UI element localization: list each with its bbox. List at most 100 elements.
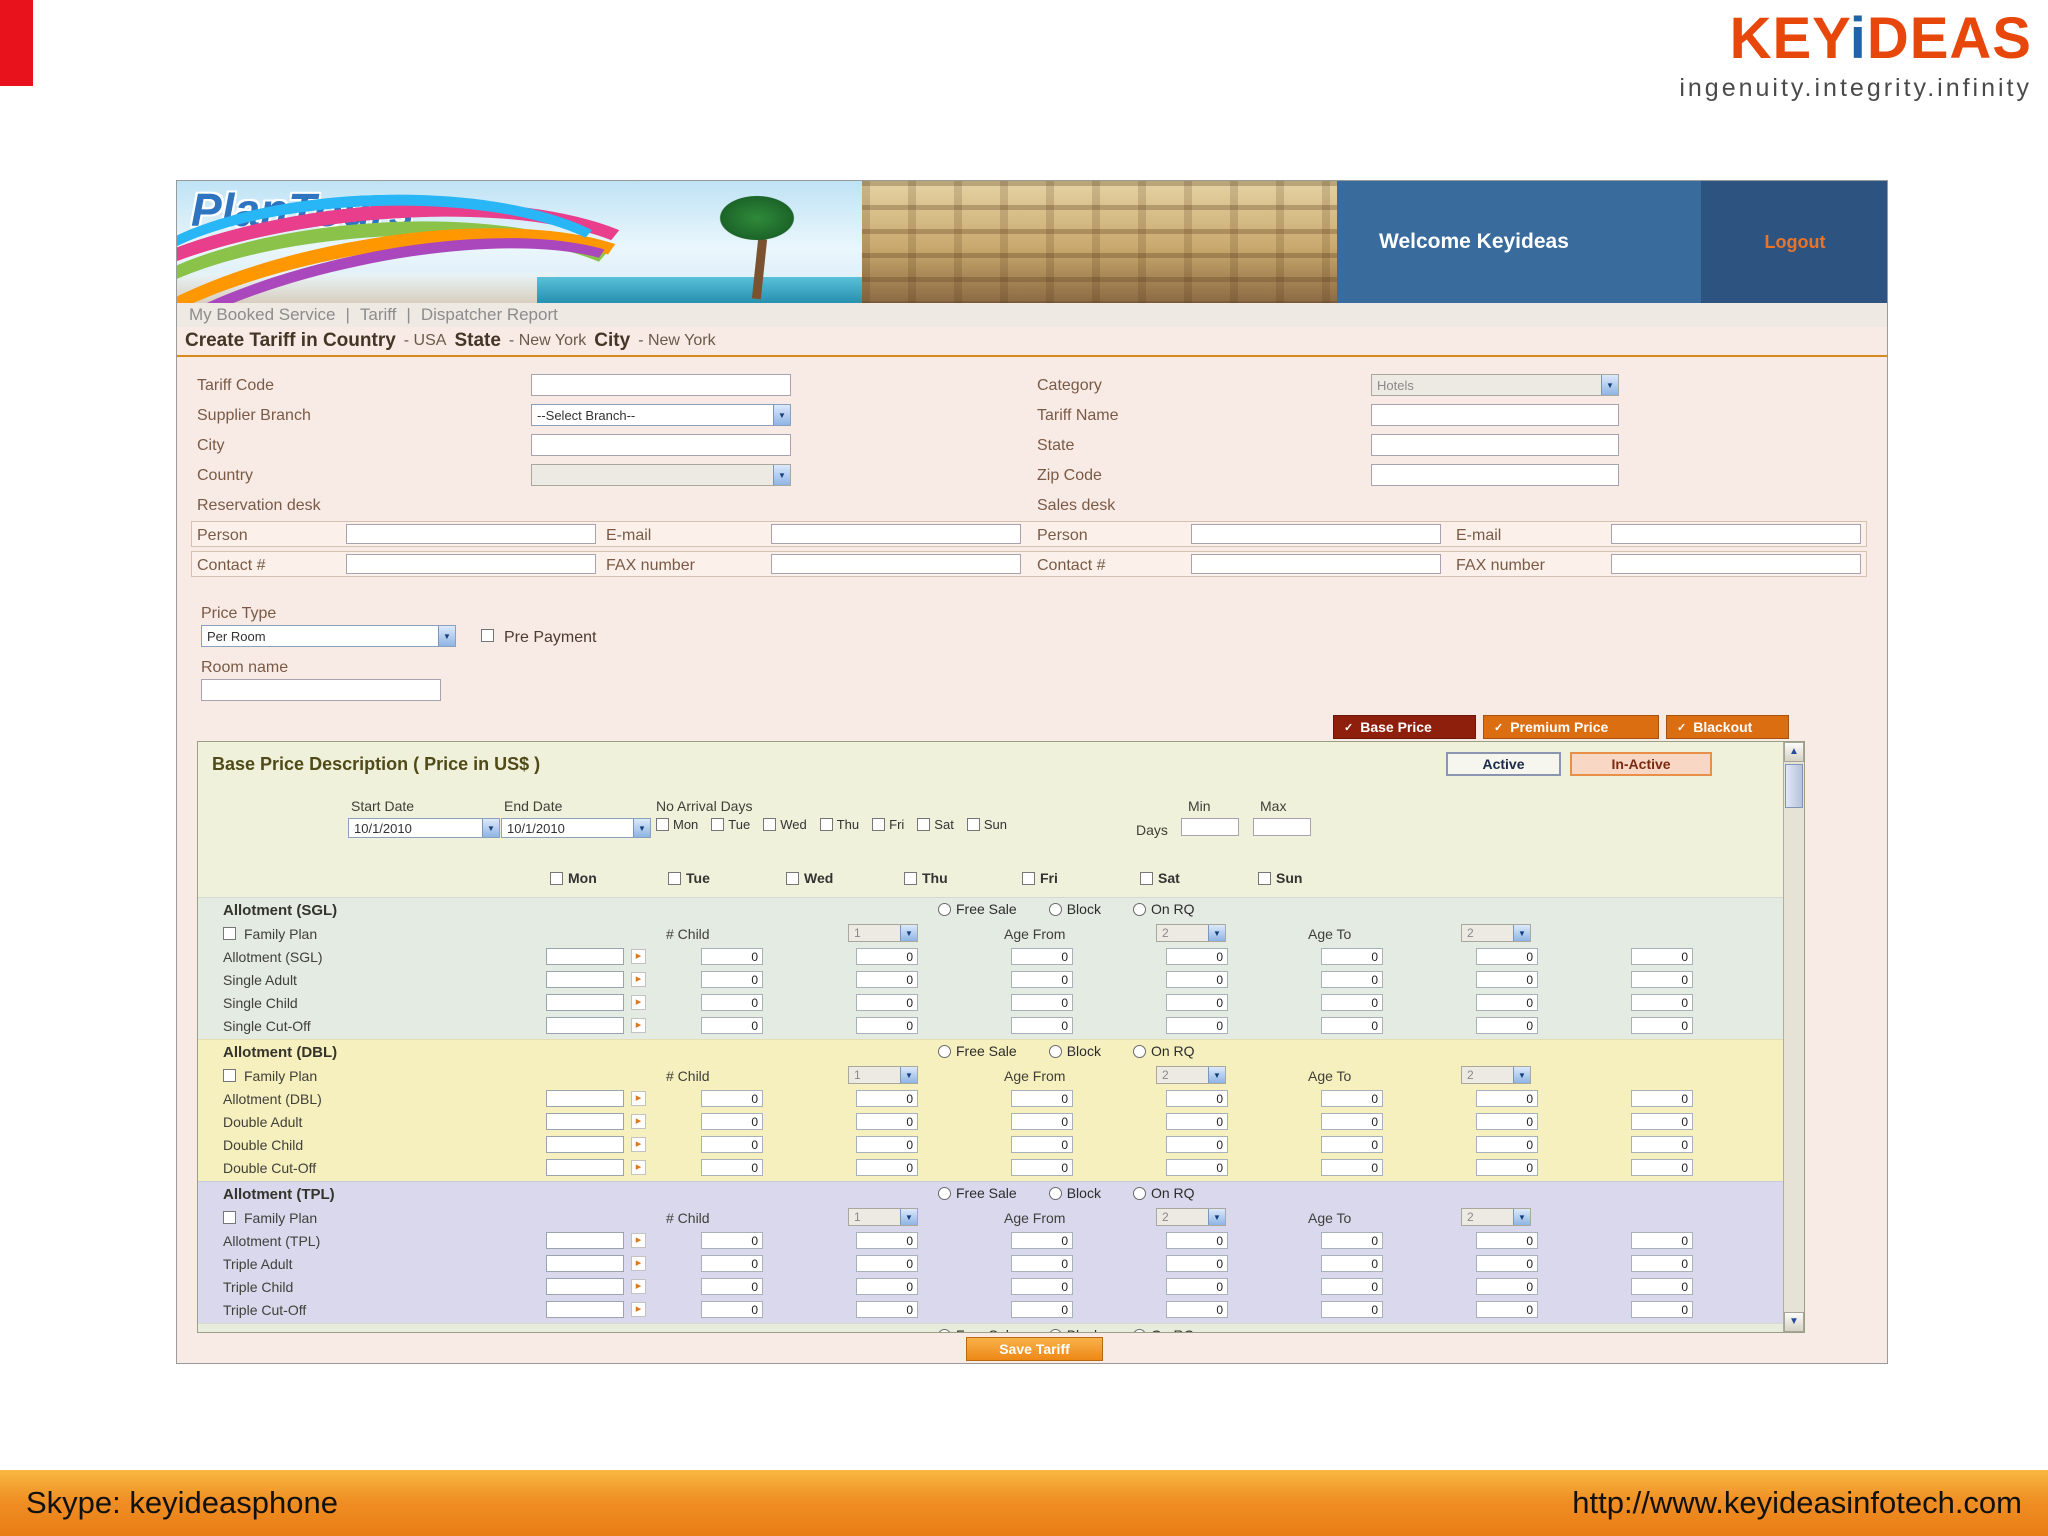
day-value-input[interactable] [1631, 1090, 1693, 1107]
day-value-input[interactable] [1166, 1017, 1228, 1034]
day-value-input[interactable] [856, 994, 918, 1011]
pre-payment-checkbox[interactable] [481, 629, 494, 642]
vertical-scrollbar[interactable]: ▲ ▼ [1783, 742, 1804, 1332]
row-main-input[interactable] [546, 1159, 624, 1176]
day-value-input[interactable] [856, 1301, 918, 1318]
age-to-dropdown[interactable]: 2 ▼ [1461, 1208, 1531, 1226]
nav-tariff[interactable]: Tariff [360, 305, 397, 325]
checkbox-fri[interactable] [1022, 871, 1035, 885]
day-value-input[interactable] [1476, 1255, 1538, 1272]
day-value-input[interactable] [1321, 1301, 1383, 1318]
checkbox-sun[interactable] [966, 818, 980, 831]
day-value-input[interactable] [1166, 1159, 1228, 1176]
radio-free-sale[interactable]: Free Sale [938, 901, 1017, 917]
row-main-input[interactable] [546, 1017, 624, 1034]
family-plan-checkbox[interactable] [223, 1211, 236, 1224]
day-value-input[interactable] [701, 1113, 763, 1130]
family-plan-checkbox[interactable] [223, 927, 236, 940]
checkbox-thu[interactable] [819, 818, 833, 831]
day-value-input[interactable] [1011, 1159, 1073, 1176]
day-value-input[interactable] [1631, 1159, 1693, 1176]
age-from-dropdown[interactable]: 2 ▼ [1156, 1208, 1226, 1226]
day-value-input[interactable] [1011, 1232, 1073, 1249]
day-value-input[interactable] [1631, 948, 1693, 965]
family-plan-checkbox[interactable] [223, 1069, 236, 1082]
copy-value-icon[interactable]: ▸ [631, 1160, 646, 1175]
day-value-input[interactable] [1321, 1113, 1383, 1130]
radio-free-sale[interactable]: Free Sale [938, 1043, 1017, 1059]
day-value-input[interactable] [1166, 948, 1228, 965]
category-dropdown[interactable]: Hotels ▼ [1371, 374, 1619, 396]
day-value-input[interactable] [1631, 971, 1693, 988]
child-count-dropdown[interactable]: 1 ▼ [848, 1066, 918, 1084]
reservation-fax-input[interactable] [771, 554, 1021, 574]
day-value-input[interactable] [1476, 948, 1538, 965]
day-value-input[interactable] [1321, 948, 1383, 965]
min-days-input[interactable] [1181, 818, 1239, 836]
day-value-input[interactable] [856, 1136, 918, 1153]
checkbox-sat[interactable] [1140, 871, 1153, 885]
day-value-input[interactable] [1011, 1090, 1073, 1107]
day-value-input[interactable] [701, 1301, 763, 1318]
row-main-input[interactable] [546, 971, 624, 988]
day-value-input[interactable] [1631, 1232, 1693, 1249]
checkbox-tue[interactable] [711, 818, 725, 831]
child-count-dropdown[interactable]: 1 ▼ [848, 1208, 918, 1226]
child-count-dropdown[interactable]: 1 ▼ [848, 924, 918, 942]
nav-dispatcher-report[interactable]: Dispatcher Report [421, 305, 558, 325]
reservation-person-input[interactable] [346, 524, 596, 544]
checkbox-mon[interactable] [550, 871, 563, 885]
checkbox-wed[interactable] [763, 818, 777, 831]
day-value-input[interactable] [856, 1090, 918, 1107]
day-value-input[interactable] [701, 971, 763, 988]
row-main-input[interactable] [546, 1136, 624, 1153]
day-value-input[interactable] [1011, 1255, 1073, 1272]
day-value-input[interactable] [1321, 1278, 1383, 1295]
day-value-input[interactable] [856, 1113, 918, 1130]
age-to-dropdown[interactable]: 2 ▼ [1461, 1066, 1531, 1084]
day-value-input[interactable] [1166, 1113, 1228, 1130]
inactive-button[interactable]: In-Active [1570, 752, 1712, 776]
end-date-dropdown[interactable]: 10/1/2010 ▼ [501, 818, 651, 838]
day-value-input[interactable] [856, 1159, 918, 1176]
day-value-input[interactable] [1476, 1278, 1538, 1295]
checkbox-thu[interactable] [904, 871, 917, 885]
row-main-input[interactable] [546, 948, 624, 965]
day-value-input[interactable] [1166, 1232, 1228, 1249]
room-name-input[interactable] [201, 679, 441, 701]
day-value-input[interactable] [1011, 1301, 1073, 1318]
day-value-input[interactable] [1166, 1136, 1228, 1153]
row-main-input[interactable] [546, 1113, 624, 1130]
zip-code-input[interactable] [1371, 464, 1619, 486]
copy-value-icon[interactable]: ▸ [631, 1256, 646, 1271]
day-value-input[interactable] [1631, 1113, 1693, 1130]
row-main-input[interactable] [546, 1278, 624, 1295]
day-value-input[interactable] [1166, 1255, 1228, 1272]
day-value-input[interactable] [701, 1278, 763, 1295]
nav-my-booked-service[interactable]: My Booked Service [189, 305, 335, 325]
tab-blackout[interactable]: ✓ Blackout [1666, 715, 1789, 739]
day-value-input[interactable] [1011, 1113, 1073, 1130]
day-value-input[interactable] [856, 1255, 918, 1272]
day-value-input[interactable] [1166, 971, 1228, 988]
day-value-input[interactable] [1321, 1232, 1383, 1249]
day-value-input[interactable] [1011, 948, 1073, 965]
row-main-input[interactable] [546, 1232, 624, 1249]
radio-block[interactable]: Block [1048, 1327, 1101, 1332]
copy-value-icon[interactable]: ▸ [631, 995, 646, 1010]
row-main-input[interactable] [546, 1090, 624, 1107]
reservation-email-input[interactable] [771, 524, 1021, 544]
radio-free-sale[interactable]: Free Sale [938, 1185, 1017, 1201]
day-value-input[interactable] [1321, 1159, 1383, 1176]
price-type-dropdown[interactable]: Per Room ▼ [201, 625, 456, 647]
day-value-input[interactable] [701, 1159, 763, 1176]
sales-contact-input[interactable] [1191, 554, 1441, 574]
scroll-down-button[interactable]: ▼ [1784, 1312, 1804, 1332]
day-value-input[interactable] [1166, 994, 1228, 1011]
radio-block[interactable]: Block [1048, 901, 1101, 917]
day-value-input[interactable] [1321, 994, 1383, 1011]
copy-value-icon[interactable]: ▸ [631, 1018, 646, 1033]
checkbox-sat[interactable] [917, 818, 931, 831]
tariff-code-input[interactable] [531, 374, 791, 396]
day-value-input[interactable] [1321, 1090, 1383, 1107]
